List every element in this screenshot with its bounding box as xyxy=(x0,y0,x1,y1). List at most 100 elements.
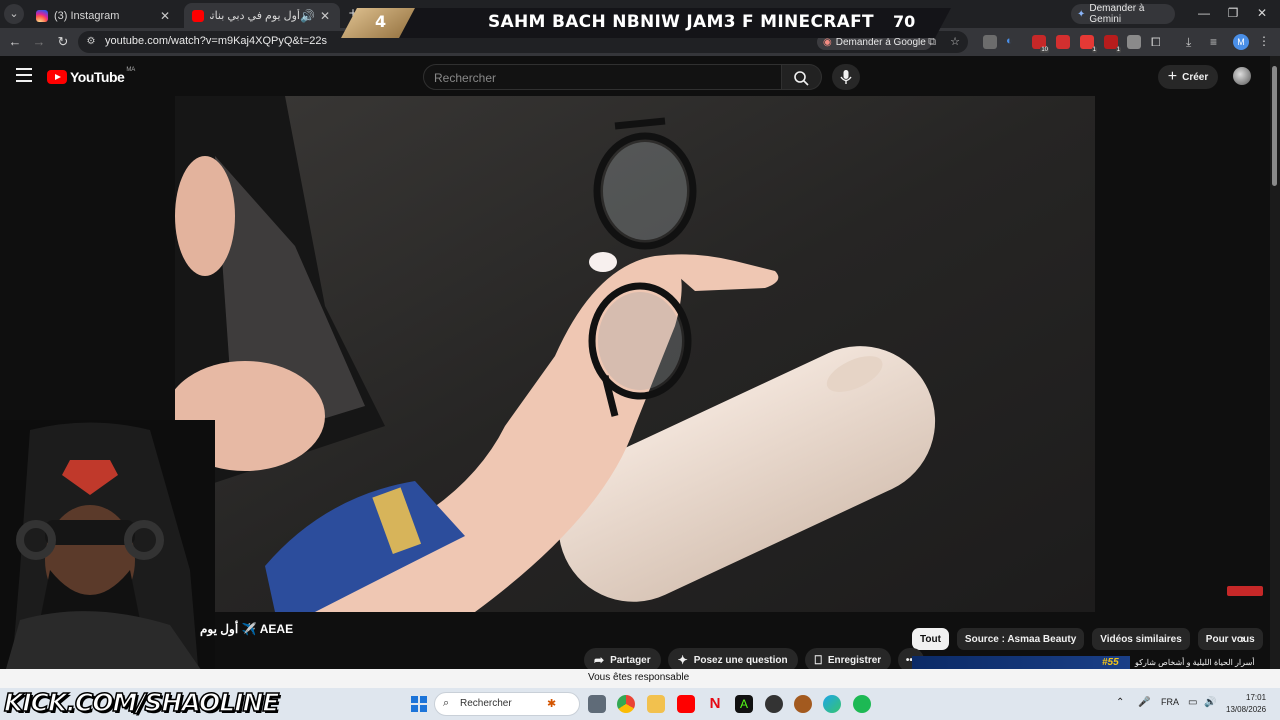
webcam-feed xyxy=(0,420,215,690)
tab-title: (3) Instagram xyxy=(54,9,120,22)
create-button[interactable]: + Créer xyxy=(1158,65,1218,89)
extension-shield-icon[interactable]: 1 xyxy=(1104,35,1121,53)
youtube-app-icon[interactable] xyxy=(677,695,695,713)
ask-gemini-label: Demander à Gemini xyxy=(1089,3,1145,25)
clock-date: 13/08/2026 xyxy=(1226,705,1267,714)
search-box xyxy=(423,64,782,90)
chip-similar[interactable]: Vidéos similaires xyxy=(1092,628,1190,650)
game-app-icon[interactable] xyxy=(794,695,812,713)
edge-icon[interactable] xyxy=(823,695,841,713)
youtube-logo-text: YouTube xyxy=(70,69,125,85)
netflix-icon[interactable]: N xyxy=(706,695,724,713)
badge: 1 xyxy=(1115,47,1121,53)
profile-avatar[interactable]: M xyxy=(1233,34,1249,50)
sparkle-icon: ✦ xyxy=(677,653,688,667)
taskbar-search: ⌕ ✱ xyxy=(434,692,580,716)
chip-source[interactable]: Source : Asmaa Beauty xyxy=(956,628,1085,650)
youtube-logo[interactable]: YouTube MA xyxy=(47,67,136,85)
extension-red-icon[interactable]: 10 xyxy=(1032,35,1049,53)
restore-icon[interactable]: ❐ xyxy=(1226,6,1240,20)
windows-start-icon[interactable] xyxy=(411,696,427,712)
next-video-tag: #55 xyxy=(1102,657,1119,668)
taskbar-search-input[interactable] xyxy=(460,698,540,709)
speaker-icon[interactable]: 🔊 xyxy=(300,9,315,23)
media-controls-icon[interactable]: ≡ xyxy=(1210,35,1224,49)
reload-icon[interactable]: ↻ xyxy=(54,33,72,51)
video-player[interactable] xyxy=(175,96,1095,612)
tab-instagram[interactable]: (3) Instagram ✕ xyxy=(28,3,180,28)
youtube-header: YouTube MA + Créer xyxy=(0,56,1270,96)
account-avatar[interactable] xyxy=(1233,67,1251,85)
country-code: MA xyxy=(126,67,136,73)
overlay-number: 4 xyxy=(375,12,387,31)
share-icon: ➦ xyxy=(594,653,605,667)
download-icon[interactable]: ⤓ xyxy=(1186,35,1200,49)
responsible-notice-text: Vous êtes responsable xyxy=(588,672,690,683)
recommendation-chips: Tout Source : Asmaa Beauty Vidéos simila… xyxy=(912,628,1263,650)
clock-time: 17:01 xyxy=(1246,693,1267,702)
extension-translate-icon[interactable]: ◐ xyxy=(1006,35,1020,49)
share-label: Partager xyxy=(610,654,651,666)
forward-arrow-icon[interactable]: → xyxy=(30,33,48,51)
search-icon: ⌕ xyxy=(443,697,450,709)
extension-n-icon[interactable] xyxy=(983,35,997,49)
chip-for-you[interactable]: Pour vous xyxy=(1197,628,1263,650)
video-frame-glasses xyxy=(175,96,1095,612)
spotify-icon[interactable] xyxy=(853,695,871,713)
badge: 1 xyxy=(1091,47,1097,53)
obs-icon[interactable] xyxy=(765,695,783,713)
extensions-puzzle-icon[interactable]: ⧠ xyxy=(1151,35,1165,49)
streamer-webcam xyxy=(0,420,215,690)
close-tab-icon[interactable]: ✕ xyxy=(318,9,332,23)
tab-youtube-video[interactable]: أول يوم في دبي بناتي فرحو 🔊 ✕ xyxy=(184,3,340,28)
chip-all[interactable]: Tout xyxy=(912,628,949,650)
search-icon xyxy=(794,71,809,86)
minimize-icon[interactable]: — xyxy=(1197,6,1211,20)
tab-title: أول يوم في دبي بناتي فرحو xyxy=(210,10,300,22)
extension-grey-icon[interactable] xyxy=(1127,35,1141,49)
kick-app-icon[interactable]: A xyxy=(735,695,753,713)
microphone-tray-icon[interactable]: 🎤 xyxy=(1138,697,1150,708)
extension-tool-icon[interactable]: 1 xyxy=(1080,35,1097,53)
language-indicator[interactable]: FRA xyxy=(1161,697,1179,707)
menu-hamburger-icon[interactable] xyxy=(16,68,32,82)
plus-icon: + xyxy=(1167,68,1178,85)
channel-watermark xyxy=(1227,586,1263,596)
chevron-up-icon[interactable]: ⌃ xyxy=(1116,697,1124,708)
file-explorer-icon[interactable] xyxy=(647,695,665,713)
monitor-icon[interactable]: ▭ xyxy=(1188,697,1197,708)
chevron-right-icon[interactable]: › xyxy=(1234,630,1252,648)
close-window-icon[interactable]: ✕ xyxy=(1255,6,1269,20)
ask-gemini-button[interactable]: ✦ Demander à Gemini xyxy=(1071,3,1175,25)
instagram-icon xyxy=(36,9,48,22)
video-title: أول يوم ✈️ AEAE xyxy=(200,622,294,636)
stream-overlay-banner: 4 SAHM BACH NBNIW JAM3 F MINECRAFT 70 xyxy=(341,6,951,42)
kick-url-text: KICK.COM/SHAOLINE xyxy=(3,687,280,718)
volume-icon[interactable]: 🔊 xyxy=(1204,697,1216,708)
create-label: Créer xyxy=(1182,71,1209,83)
microphone-icon xyxy=(840,70,852,84)
overlay-count: 70 xyxy=(893,12,916,31)
scrollbar-thumb[interactable] xyxy=(1272,66,1277,186)
tab-search-chevron-icon[interactable]: ⌄ xyxy=(4,4,24,24)
chrome-icon[interactable] xyxy=(617,695,635,713)
clock[interactable]: 17:01 13/08/2026 xyxy=(1226,692,1266,716)
task-view-icon[interactable] xyxy=(588,695,606,713)
search-button[interactable] xyxy=(782,64,822,90)
site-info-icon[interactable]: ⚙ xyxy=(84,35,98,49)
search-highlight-icon: ✱ xyxy=(547,698,557,710)
next-video-title[interactable]: أسرار الحياة الليلية و أشخاص شاركو xyxy=(1135,658,1255,667)
voice-search-button[interactable] xyxy=(832,64,860,90)
overlay-title: SAHM BACH NBNIW JAM3 F MINECRAFT xyxy=(488,12,874,32)
back-arrow-icon[interactable]: ← xyxy=(6,33,24,51)
more-menu-icon[interactable]: ⋮ xyxy=(1258,34,1270,48)
extension-youtube-icon[interactable] xyxy=(1056,35,1070,49)
search-input[interactable] xyxy=(434,70,764,86)
next-video-thumbnail[interactable]: #55 xyxy=(912,656,1130,670)
kick-channel-label: KICK.COM/SHAOLINE xyxy=(3,687,280,718)
page-scrollbar[interactable] xyxy=(1270,56,1280,690)
bookmark-star-icon[interactable]: ☆ xyxy=(948,35,962,49)
gemini-icon: ✦ xyxy=(1077,8,1086,20)
close-tab-icon[interactable]: ✕ xyxy=(158,9,172,23)
youtube-icon xyxy=(192,9,204,22)
